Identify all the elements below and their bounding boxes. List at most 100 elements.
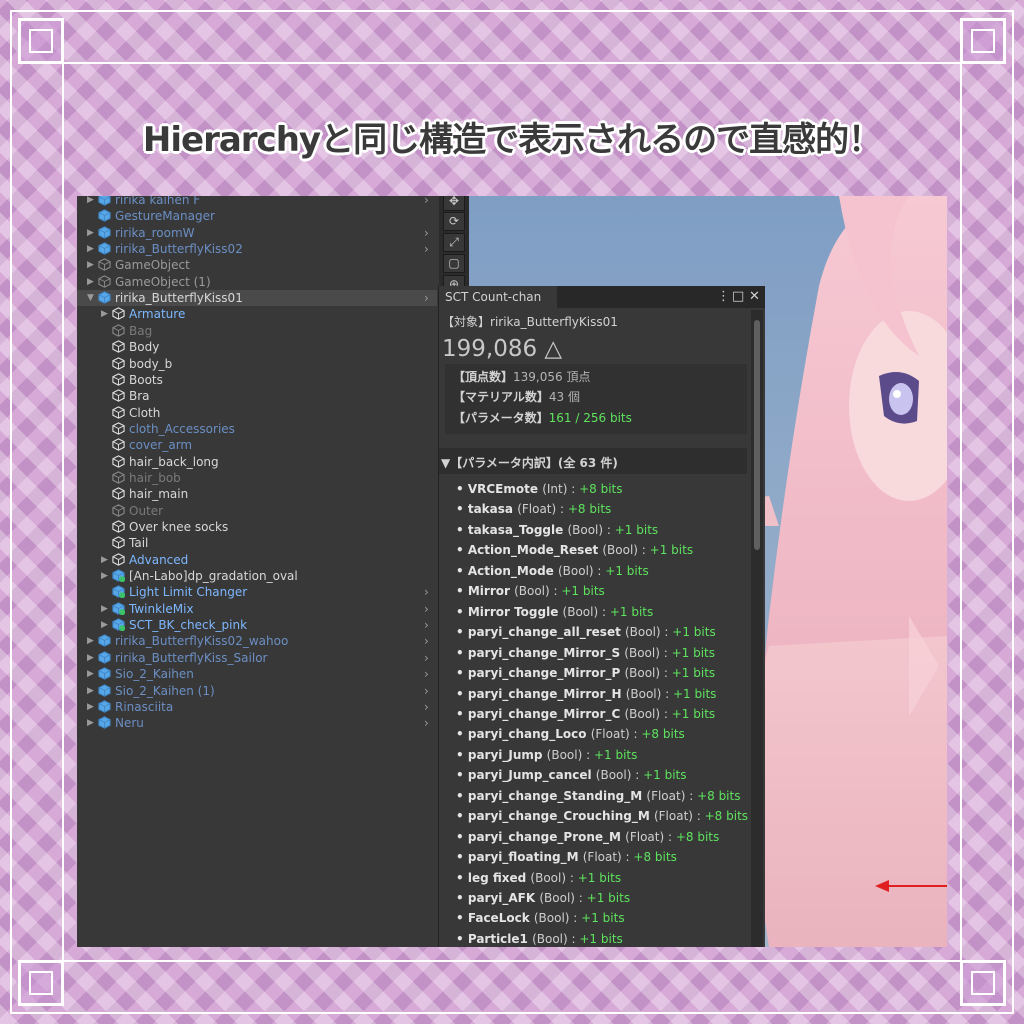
param-bits: +1 bits (671, 645, 716, 660)
gameobject-cube-icon (98, 258, 111, 272)
hierarchy-item[interactable]: Bag (77, 323, 437, 339)
hierarchy-item[interactable]: ▼ ririka_ButterflyKiss01 › (77, 290, 437, 307)
move-tool-icon[interactable]: ✥ (443, 196, 465, 211)
open-prefab-chevron-icon[interactable]: › (424, 241, 429, 257)
hierarchy-item[interactable]: Body (77, 339, 437, 355)
hierarchy-item[interactable]: Over knee socks (77, 519, 437, 535)
param-breakdown-title: ▼【パラメータ内訳】(全 63 件) (441, 456, 618, 470)
hierarchy-item[interactable]: ▶ ririka kaihen F › (77, 196, 437, 208)
params-line: 【パラメータ数】161 / 256 bits (453, 409, 632, 426)
collapsed-arrow-icon[interactable]: ▶ (87, 196, 97, 208)
collapsed-arrow-icon[interactable]: ▶ (87, 683, 97, 699)
collapsed-arrow-icon[interactable]: ▶ (87, 241, 97, 257)
param-type: (Int) : (542, 482, 580, 496)
param-bits: +1 bits (605, 563, 649, 578)
maximize-icon[interactable]: □ (732, 286, 744, 308)
hierarchy-item[interactable]: Tail (77, 535, 437, 551)
rotate-tool-icon[interactable]: ⟳ (443, 212, 465, 231)
collapsed-arrow-icon[interactable]: ▶ (101, 601, 111, 617)
open-prefab-chevron-icon[interactable]: › (424, 601, 429, 617)
param-type: (Float) : (646, 788, 698, 803)
hierarchy-item[interactable]: ▶ Sio_2_Kaihen (1) › (77, 683, 437, 699)
vertices-value: 139,056 頂点 (513, 370, 591, 384)
open-prefab-chevron-icon[interactable]: › (424, 196, 429, 208)
param-item: • paryi_change_Mirror_H (Bool) : +1 bits (456, 687, 716, 701)
param-type: (Bool) : (546, 747, 594, 762)
scrollbar-thumb[interactable] (754, 320, 760, 550)
scrollbar[interactable] (751, 310, 763, 947)
hierarchy-item[interactable]: Bra (77, 388, 437, 404)
open-prefab-chevron-icon[interactable]: › (424, 225, 429, 241)
hierarchy-item[interactable]: cover_arm (77, 437, 437, 453)
collapsed-arrow-icon[interactable]: ▶ (101, 568, 111, 584)
param-bits: +1 bits (609, 604, 654, 619)
more-options-icon[interactable]: ⋮ (717, 286, 730, 308)
hierarchy-item[interactable]: ▶ ririka_roomW › (77, 225, 437, 241)
gameobject-cube-icon (112, 307, 125, 321)
rect-tool-icon[interactable]: ▢ (443, 254, 465, 273)
stats-box: 【頂点数】139,056 頂点 【マテリアル数】43 個 【パラメータ数】161… (445, 364, 747, 434)
prefab-icon (98, 700, 111, 713)
hierarchy-item-label: Outer (129, 503, 164, 518)
hierarchy-item[interactable]: hair_back_long (77, 454, 437, 470)
target-label: 【対象】 (442, 315, 491, 329)
collapsed-arrow-icon[interactable]: ▶ (87, 666, 97, 682)
hierarchy-item[interactable]: ▶ SCT_BK_check_pink › (77, 617, 437, 633)
close-icon[interactable]: ✕ (749, 286, 760, 308)
hierarchy-item[interactable]: ▶ Advanced (77, 552, 437, 568)
hierarchy-item[interactable]: Cloth (77, 405, 437, 421)
hierarchy-item[interactable]: ▶ ririka_ButterflyKiss_Sailor › (77, 650, 437, 666)
gameobject-cube-icon (112, 422, 125, 435)
collapsed-arrow-icon[interactable]: ▶ (87, 699, 97, 715)
collapsed-arrow-icon[interactable]: ▶ (87, 715, 97, 731)
collapsed-arrow-icon[interactable]: ▶ (87, 225, 97, 241)
hierarchy-item[interactable]: Outer (77, 503, 437, 519)
collapsed-arrow-icon[interactable]: ▶ (101, 552, 111, 568)
hierarchy-item[interactable]: Boots (77, 372, 437, 388)
param-bits: +1 bits (643, 768, 687, 783)
hierarchy-item-label: SCT_BK_check_pink (129, 618, 248, 633)
tab-sct-count-chan[interactable]: SCT Count-chan (439, 286, 557, 308)
open-prefab-chevron-icon[interactable]: › (424, 617, 429, 633)
open-prefab-chevron-icon[interactable]: › (424, 584, 429, 600)
open-prefab-chevron-icon[interactable]: › (424, 650, 429, 666)
collapsed-arrow-icon[interactable]: ▶ (87, 633, 97, 649)
hierarchy-item[interactable]: ▶ Armature (77, 306, 437, 322)
hierarchy-item[interactable]: ▶ ririka_ButterflyKiss02_wahoo › (77, 633, 437, 649)
hierarchy-item[interactable]: cloth_Accessories (77, 421, 437, 437)
hierarchy-item[interactable]: ▶ [An-Labo]dp_gradation_oval (77, 568, 437, 584)
collapsed-arrow-icon[interactable]: ▶ (101, 306, 111, 322)
open-prefab-chevron-icon[interactable]: › (424, 699, 429, 715)
collapsed-arrow-icon[interactable]: ▶ (87, 650, 97, 666)
hierarchy-item[interactable]: ▶ Neru › (77, 715, 437, 731)
collapsed-arrow-icon[interactable]: ▶ (87, 274, 97, 290)
open-prefab-chevron-icon[interactable]: › (424, 666, 429, 682)
collapsed-arrow-icon[interactable]: ▶ (101, 617, 111, 633)
hierarchy-item[interactable]: body_b (77, 356, 437, 372)
scale-tool-icon[interactable]: ⤢ (443, 233, 465, 252)
hierarchy-item[interactable]: ▶ GameObject (1) (77, 274, 437, 290)
hierarchy-item[interactable]: Light Limit Changer › (77, 584, 437, 600)
hierarchy-item[interactable]: GestureManager (77, 208, 437, 224)
collapsed-arrow-icon[interactable]: ▶ (87, 257, 97, 273)
open-prefab-chevron-icon[interactable]: › (424, 633, 429, 649)
expanded-arrow-icon[interactable]: ▼ (87, 290, 97, 306)
open-prefab-chevron-icon[interactable]: › (424, 683, 429, 699)
hierarchy-item[interactable]: ▶ GameObject (77, 257, 437, 273)
hierarchy-item[interactable]: ▶ Rinasciita › (77, 699, 437, 715)
hierarchy-item[interactable]: hair_main (77, 486, 437, 502)
hierarchy-item[interactable]: ▶ ririka_ButterflyKiss02 › (77, 241, 437, 257)
param-breakdown-header[interactable]: ▼【パラメータ内訳】(全 63 件) (439, 448, 747, 474)
vertices-line: 【頂点数】139,056 頂点 (453, 368, 590, 385)
prefab-icon (112, 585, 125, 599)
param-item: • paryi_change_Crouching_M (Float) : +8 … (456, 809, 748, 823)
gameobject-cube-icon (112, 438, 125, 451)
prefab-icon (98, 683, 111, 697)
gameobject-cube-icon (112, 324, 125, 337)
hierarchy-item[interactable]: hair_bob (77, 470, 437, 486)
open-prefab-chevron-icon[interactable]: › (424, 715, 429, 731)
hierarchy-item[interactable]: ▶ TwinkleMix › (77, 601, 437, 617)
param-bits: +8 bits (697, 788, 741, 803)
open-prefab-chevron-icon[interactable]: › (424, 290, 429, 306)
hierarchy-item[interactable]: ▶ Sio_2_Kaihen › (77, 666, 437, 682)
